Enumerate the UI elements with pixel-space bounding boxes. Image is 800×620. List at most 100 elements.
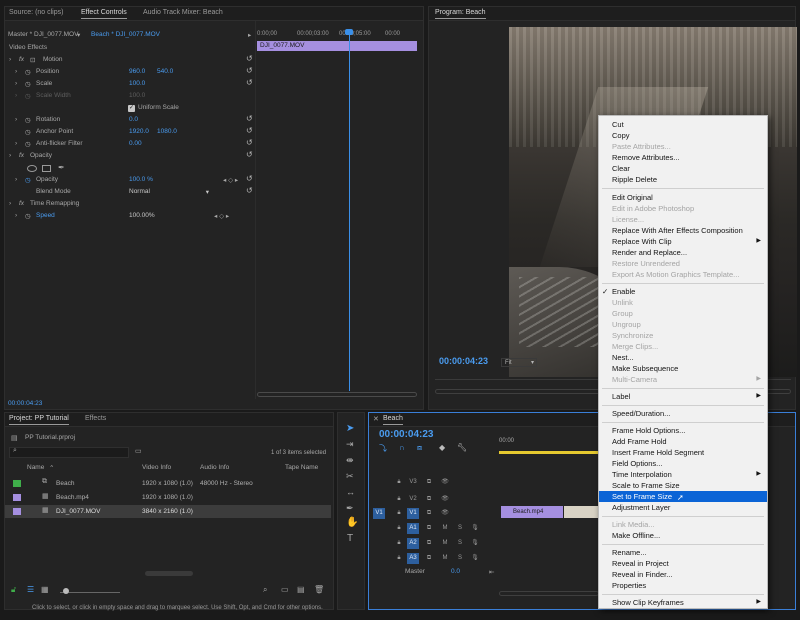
- ec-clip-bar[interactable]: DJI_0077.MOV: [257, 41, 417, 51]
- sync-lock-icon[interactable]: ⧉: [423, 494, 435, 505]
- icon-view-icon[interactable]: ▦: [41, 585, 49, 594]
- slip-tool-icon[interactable]: ↔: [346, 487, 355, 497]
- fx-icon[interactable]: fx: [19, 56, 24, 63]
- track-label[interactable]: A3: [407, 553, 419, 564]
- program-timecode[interactable]: 00:00:04:23: [439, 356, 488, 366]
- dropdown-icon[interactable]: ▾: [77, 31, 80, 39]
- tab-effects[interactable]: Effects: [85, 415, 106, 422]
- master-clip-label[interactable]: Master * DJI_0077.MOV: [8, 31, 78, 38]
- reset-icon[interactable]: ↺: [246, 66, 253, 75]
- solo-button[interactable]: S: [454, 553, 466, 564]
- time-remap-row[interactable]: › fx Time Remapping: [5, 200, 255, 212]
- column-tape-name[interactable]: Tape Name: [285, 464, 318, 471]
- menu-item-speed-duration[interactable]: Speed/Duration...: [599, 408, 767, 419]
- sync-lock-icon[interactable]: ⧉: [423, 538, 435, 549]
- selection-tool-icon[interactable]: ➤: [346, 423, 354, 434]
- project-item-beach-mp4[interactable]: ▦ Beach.mp4 1920 x 1080 (1.0): [5, 491, 331, 504]
- menu-item-clear[interactable]: Clear: [599, 163, 767, 174]
- menu-item-make-subsequence[interactable]: Make Subsequence: [599, 363, 767, 374]
- lock-icon[interactable]: 🔓︎: [11, 585, 16, 595]
- reset-icon[interactable]: ↺: [246, 138, 253, 147]
- anchor-x-value[interactable]: 1920.0: [129, 128, 149, 135]
- eye-icon[interactable]: 👁︎: [439, 477, 451, 488]
- sequence-clip-label[interactable]: Beach * DJI_0077.MOV: [91, 31, 160, 38]
- menu-item-rename[interactable]: Rename...: [599, 547, 767, 558]
- mute-button[interactable]: M: [439, 538, 451, 549]
- list-view-icon[interactable]: ☰: [27, 585, 34, 594]
- reset-icon[interactable]: ↺: [246, 114, 253, 123]
- menu-item-set-to-frame-size[interactable]: Set to Frame Size ➚: [599, 491, 767, 502]
- menu-item-make-offline[interactable]: Make Offline...: [599, 530, 767, 541]
- zoom-slider[interactable]: [60, 592, 120, 593]
- reset-icon[interactable]: ↺: [246, 54, 253, 63]
- ec-playhead[interactable]: [349, 29, 350, 391]
- menu-item-show-clip-keyframes[interactable]: Show Clip Keyframes ▶: [599, 597, 767, 608]
- stopwatch-icon[interactable]: ◷: [25, 212, 31, 220]
- track-label[interactable]: V1: [407, 508, 419, 519]
- keyframe-nav-icon[interactable]: ◂ ◇ ▸: [214, 212, 229, 220]
- timeline-timecode[interactable]: 00:00:04:23: [379, 429, 433, 440]
- project-item-beach[interactable]: ⧉ Beach 1920 x 1080 (1.0) 48000 Hz - Ste…: [5, 477, 331, 490]
- microphone-icon[interactable]: 🎙︎: [469, 538, 481, 549]
- menu-item-render-replace[interactable]: Render and Replace...: [599, 247, 767, 258]
- chevron-down-icon[interactable]: ›: [9, 152, 11, 159]
- reset-icon[interactable]: ↺: [246, 126, 253, 135]
- column-audio-info[interactable]: Audio Info: [200, 464, 229, 471]
- sync-lock-icon[interactable]: ⧉: [423, 523, 435, 534]
- add-marker-icon[interactable]: ◆: [439, 443, 445, 452]
- uniform-scale-checkbox[interactable]: ✓: [128, 105, 135, 112]
- ec-zoom-scroll[interactable]: [257, 392, 417, 397]
- lock-icon[interactable]: 🔒︎: [393, 494, 405, 505]
- sort-ascending-icon[interactable]: ⌃: [49, 464, 54, 472]
- mute-button[interactable]: M: [439, 553, 451, 564]
- project-item-dji[interactable]: ▦ DJI_0077.MOV 3840 x 2160 (1.0): [5, 505, 331, 518]
- stopwatch-icon[interactable]: ◷: [25, 80, 31, 88]
- lock-icon[interactable]: 🔒︎: [393, 553, 405, 564]
- type-tool-icon[interactable]: T: [347, 533, 353, 544]
- search-icon[interactable]: ⌕: [263, 585, 267, 595]
- chevron-down-icon[interactable]: ›: [9, 200, 11, 207]
- play-only-icon[interactable]: ▸: [248, 31, 251, 39]
- wrench-icon[interactable]: 🔧︎: [457, 443, 467, 452]
- trash-icon[interactable]: 🗑︎: [314, 585, 324, 594]
- menu-item-edit-original[interactable]: Edit Original: [599, 192, 767, 203]
- menu-item-cut[interactable]: Cut: [599, 119, 767, 130]
- fx-icon[interactable]: fx: [19, 152, 24, 159]
- menu-item-add-frame-hold[interactable]: Add Frame Hold: [599, 436, 767, 447]
- chevron-down-icon[interactable]: ›: [9, 56, 11, 63]
- timeline-clip-beach-mp4[interactable]: Beach.mp4: [501, 506, 563, 518]
- microphone-icon[interactable]: 🎙︎: [469, 553, 481, 564]
- chevron-right-icon[interactable]: ›: [15, 68, 17, 75]
- reset-icon[interactable]: ↺: [246, 174, 253, 183]
- ec-playhead-handle[interactable]: [345, 29, 353, 35]
- solo-button[interactable]: S: [454, 523, 466, 534]
- antiflicker-value[interactable]: 0.00: [129, 140, 142, 147]
- master-expand-icon[interactable]: ⇤: [489, 568, 494, 576]
- opacity-section-row[interactable]: › fx Opacity ↺: [5, 150, 255, 164]
- reset-icon[interactable]: ↺: [246, 150, 253, 159]
- track-select-tool-icon[interactable]: ⇥: [346, 439, 354, 450]
- tab-audio-track-mixer[interactable]: Audio Track Mixer: Beach: [143, 9, 223, 16]
- sync-lock-icon[interactable]: ⧉: [423, 477, 435, 488]
- new-bin-icon[interactable]: ▭: [281, 585, 289, 594]
- ellipse-mask-icon[interactable]: [27, 165, 37, 172]
- stopwatch-icon[interactable]: ◷: [25, 128, 31, 136]
- timeline-clip-dji[interactable]: [564, 506, 599, 518]
- tab-program[interactable]: Program: Beach: [435, 9, 486, 19]
- track-label[interactable]: A2: [407, 538, 419, 549]
- ec-ruler[interactable]: 0:00;00 00:00;03:00 00:00;05:00 00:00: [257, 29, 421, 41]
- microphone-icon[interactable]: 🎙︎: [469, 523, 481, 534]
- menu-item-field-options[interactable]: Field Options...: [599, 458, 767, 469]
- tab-effect-controls[interactable]: Effect Controls: [81, 9, 127, 19]
- menu-item-frame-hold-options[interactable]: Frame Hold Options...: [599, 425, 767, 436]
- tab-project[interactable]: Project: PP Tutorial: [9, 415, 69, 425]
- blend-mode-select[interactable]: Normal ▾: [129, 188, 209, 196]
- column-name[interactable]: Name: [27, 464, 44, 471]
- menu-item-label[interactable]: Label ▶: [599, 391, 767, 402]
- tab-source[interactable]: Source: (no clips): [9, 9, 63, 16]
- menu-item-enable[interactable]: ✓ Enable: [599, 286, 767, 297]
- new-item-icon[interactable]: ▤: [297, 585, 305, 594]
- search-input[interactable]: [9, 447, 129, 458]
- close-icon[interactable]: ✕: [373, 415, 379, 423]
- chevron-right-icon[interactable]: ›: [15, 116, 17, 123]
